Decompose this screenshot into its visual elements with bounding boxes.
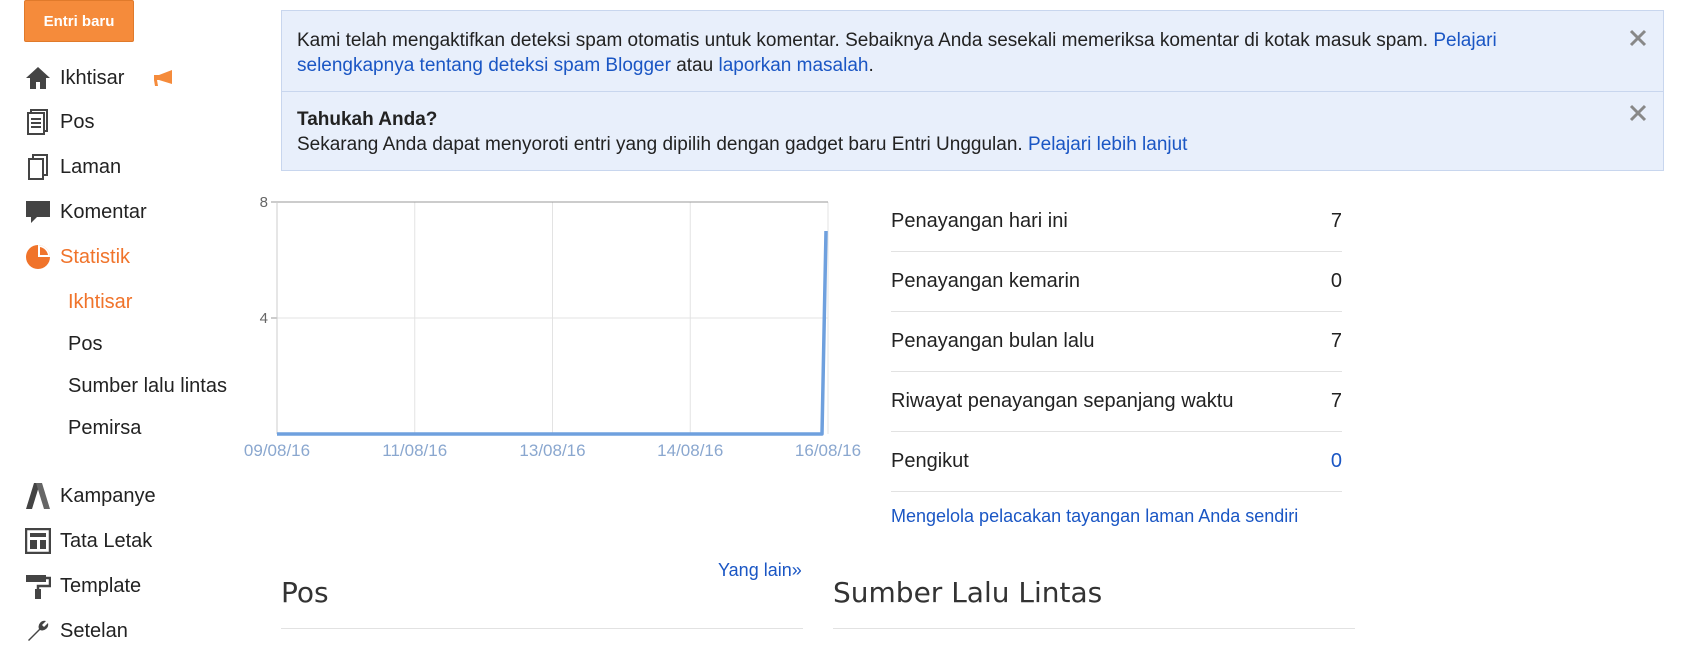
stats-subitem-audience[interactable]: Pemirsa (68, 412, 141, 444)
stats-subitem-overview[interactable]: Ikhtisar (68, 286, 132, 318)
stat-row-last-month: Penayangan bulan lalu 7 (891, 312, 1342, 372)
notice-text: Kami telah mengaktifkan deteksi spam oto… (297, 30, 1429, 51)
stat-value: 7 (1330, 390, 1342, 412)
stat-value: 7 (1330, 330, 1342, 352)
notice-text: Sekarang Anda dapat menyoroti entri yang… (297, 134, 1023, 155)
x-tick-label: 11/08/16 (382, 441, 447, 460)
manage-tracking-link[interactable]: Mengelola pelacakan tayangan laman Anda … (891, 506, 1298, 527)
home-icon (24, 64, 52, 92)
notice-text: atau (676, 55, 714, 76)
sidebar-item-label: Statistik (60, 245, 131, 268)
report-problem-link[interactable]: laporkan masalah (718, 55, 868, 76)
stat-value: 7 (1330, 210, 1342, 232)
new-post-button[interactable]: Entri baru (24, 0, 134, 42)
stat-label: Penayangan hari ini (891, 210, 1068, 232)
more-posts-link[interactable]: Yang lain» (718, 560, 802, 581)
y-tick-label: 4 (260, 310, 268, 327)
stat-label: Riwayat penayangan sepanjang waktu (891, 390, 1234, 412)
sidebar-item-label: Kampanye (60, 484, 156, 507)
sidebar-item-label: Template (60, 574, 142, 597)
sidebar-item-label: Ikhtisar (60, 66, 125, 89)
stat-label: Pengikut (891, 450, 969, 472)
stat-label: Penayangan bulan lalu (891, 330, 1095, 352)
x-tick-label: 14/08/16 (657, 441, 723, 460)
sidebar-item-label: Setelan (60, 619, 128, 642)
pie-chart-icon (24, 243, 52, 271)
pageviews-chart: 09/08/16 11/08/16 13/08/16 14/08/16 16/08/16… (244, 194, 861, 460)
wrench-icon (24, 617, 52, 645)
sidebar-item-template[interactable]: Template (24, 568, 141, 604)
stat-row-followers: Pengikut 0 (891, 432, 1342, 492)
megaphone-icon (152, 69, 176, 87)
sidebar-item-settings[interactable]: Setelan (24, 613, 128, 649)
sidebar-item-stats[interactable]: Statistik (24, 239, 130, 275)
comment-icon (24, 198, 52, 226)
stat-label: Penayangan kemarin (891, 270, 1081, 292)
x-tick-label: 16/08/16 (795, 441, 861, 460)
sidebar-item-pages[interactable]: Laman (24, 149, 121, 185)
series-line (277, 230, 828, 436)
stat-row-yesterday: Penayangan kemarin 0 (891, 252, 1342, 312)
followers-count-link[interactable]: 0 (1331, 450, 1342, 473)
close-icon[interactable] (1625, 25, 1651, 51)
stat-row-today: Penayangan hari ini 7 (891, 192, 1342, 252)
close-icon[interactable] (1625, 100, 1651, 126)
x-tick-label: 13/08/16 (519, 441, 585, 460)
traffic-section-title: Sumber Lalu Lintas (833, 576, 1103, 609)
sidebar-item-label: Tata Letak (60, 529, 153, 552)
spam-detection-notice: Kami telah mengaktifkan deteksi spam oto… (281, 10, 1664, 92)
stat-value: 0 (1330, 270, 1342, 292)
pages-icon (24, 153, 52, 181)
sidebar-item-overview[interactable]: Ikhtisar (24, 60, 176, 96)
posts-section-title: Pos (281, 576, 329, 609)
divider (833, 628, 1355, 629)
notice-text: . (868, 55, 874, 76)
stats-table: Penayangan hari ini 7 Penayangan kemarin… (891, 192, 1342, 492)
template-icon (24, 572, 52, 600)
stats-subitem-traffic-sources[interactable]: Sumber lalu lintas (68, 370, 227, 402)
x-tick-label: 09/08/16 (244, 441, 310, 460)
sidebar-item-label: Pos (60, 110, 95, 133)
sidebar-item-label: Komentar (60, 200, 147, 223)
sidebar-item-label: Laman (60, 155, 122, 178)
posts-icon (24, 108, 52, 136)
learn-more-link[interactable]: Pelajari lebih lanjut (1028, 134, 1188, 155)
notice-title: Tahukah Anda? (297, 109, 438, 130)
sidebar-item-campaigns[interactable]: Kampanye (24, 478, 156, 514)
stats-subitem-posts[interactable]: Pos (68, 328, 102, 360)
layout-icon (24, 527, 52, 555)
divider (281, 628, 803, 629)
sidebar-item-layout[interactable]: Tata Letak (24, 523, 152, 559)
campaign-icon (24, 482, 52, 510)
y-tick-label: 8 (260, 194, 268, 211)
tip-notice: Tahukah Anda? Sekarang Anda dapat menyor… (281, 91, 1664, 171)
sidebar-item-comments[interactable]: Komentar (24, 194, 147, 230)
stat-row-all-time: Riwayat penayangan sepanjang waktu 7 (891, 372, 1342, 432)
sidebar-item-posts[interactable]: Pos (24, 104, 94, 140)
